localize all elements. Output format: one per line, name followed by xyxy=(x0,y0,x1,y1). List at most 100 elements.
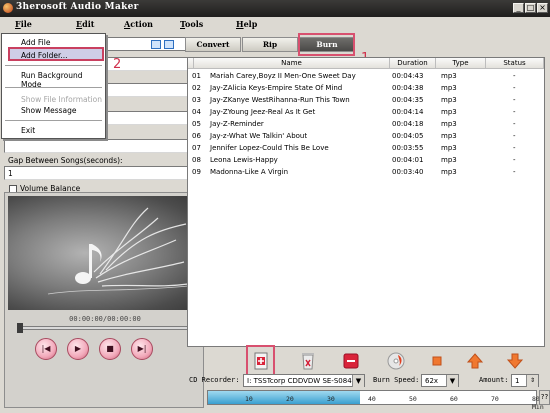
capacity-tick-label: 60 xyxy=(450,395,458,403)
title-bar: 3herosoft Audio Maker _ □ × xyxy=(0,0,550,17)
table-row[interactable]: 04 Jay-ZYoung Jeez-Real As It Get 00:04:14… xyxy=(188,106,544,118)
column-header-type[interactable]: Type xyxy=(436,58,486,69)
row-number: 01 xyxy=(192,72,201,80)
column-header-name[interactable]: Name xyxy=(194,58,390,69)
table-row[interactable]: 02 Jay-ZAlicia Keys-Empire State Of Mind 0… xyxy=(188,82,544,94)
row-status: - xyxy=(513,156,516,164)
column-header-status[interactable]: Status xyxy=(486,58,544,69)
amount-label: Amount: xyxy=(479,376,509,384)
capacity-tick-label: 20 xyxy=(286,395,294,403)
cd-recorder-value: I: TSSTcorp CDDVDW SE-S084B xyxy=(247,377,357,385)
row-name: Jay-ZAlicia Keys-Empire State Of Mind xyxy=(210,84,343,92)
column-header-duration[interactable]: Duration xyxy=(390,58,436,69)
row-status: - xyxy=(513,96,516,104)
row-type: mp3 xyxy=(441,120,457,128)
stop-button[interactable]: ■ xyxy=(99,338,121,360)
stop-icon: ■ xyxy=(106,344,114,353)
row-number: 03 xyxy=(192,96,201,104)
grid-view-icon[interactable] xyxy=(151,40,161,49)
tab-convert[interactable]: Convert xyxy=(185,37,241,52)
seek-thumb[interactable] xyxy=(17,323,23,333)
row-type: mp3 xyxy=(441,144,457,152)
help-button[interactable]: ?? xyxy=(539,390,550,405)
music-note-artwork xyxy=(47,207,189,295)
menu-action[interactable]: Action xyxy=(124,19,153,29)
chevron-down-icon: ▼ xyxy=(352,375,364,387)
row-status: - xyxy=(513,72,516,80)
cd-recorder-dropdown[interactable]: I: TSSTcorp CDDVDW SE-S084B ▼ xyxy=(243,374,365,387)
next-button[interactable]: ▶| xyxy=(131,338,153,360)
menu-file[interactable]: File xyxy=(15,19,32,29)
table-row[interactable]: 05 Jay-Z-Reminder 00:04:18 mp3 - xyxy=(188,118,544,130)
gap-label: Gap Between Songs(seconds): xyxy=(8,156,123,165)
skip-forward-icon: ▶| xyxy=(137,344,147,353)
menu-add-file[interactable]: Add File xyxy=(3,36,104,48)
capacity-tick-label: 50 xyxy=(409,395,417,403)
row-duration: 00:03:40 xyxy=(392,168,424,176)
row-duration: 00:04:01 xyxy=(392,156,424,164)
table-row[interactable]: 01 Mariah Carey,Boyz II Men-One Sweet Day… xyxy=(188,70,544,82)
row-type: mp3 xyxy=(441,168,457,176)
menu-run-background[interactable]: Run Background Mode xyxy=(3,69,104,89)
tab-rip[interactable]: Rip xyxy=(242,37,298,52)
row-number: 06 xyxy=(192,132,201,140)
file-list-table: Name Duration Type Status 01 Mariah Carey… xyxy=(187,57,545,347)
minimize-button[interactable]: _ xyxy=(513,3,524,13)
previous-button[interactable]: |◀ xyxy=(35,338,57,360)
list-view-icon[interactable] xyxy=(164,40,174,49)
capacity-tick-label: 30 xyxy=(327,395,335,403)
cd-settings-bar: CD Recorder: I: TSSTcorp CDDVDW SE-S084B… xyxy=(185,372,550,390)
menu-bar: File Edit Action Tools Help xyxy=(0,17,550,33)
capacity-tick-label: 10 xyxy=(245,395,253,403)
setting-field-3[interactable] xyxy=(4,139,204,153)
amount-stepper[interactable]: 1 ⇕ xyxy=(511,374,539,387)
row-type: mp3 xyxy=(441,84,457,92)
row-name: Jay-ZKanye WestRihanna-Run This Town xyxy=(210,96,350,104)
menu-edit[interactable]: Edit xyxy=(76,19,94,29)
row-name: Leona Lewis-Happy xyxy=(210,156,278,164)
table-row[interactable]: 08 Leona Lewis-Happy 00:04:01 mp3 - xyxy=(188,154,544,166)
row-name: Jay-z-What We Talkin' About xyxy=(210,132,308,140)
move-down-icon[interactable] xyxy=(505,351,525,371)
table-row[interactable]: 03 Jay-ZKanye WestRihanna-Run This Town 00… xyxy=(188,94,544,106)
move-up-icon[interactable] xyxy=(465,351,485,371)
menu-tools[interactable]: Tools xyxy=(180,19,203,29)
clear-list-icon[interactable] xyxy=(298,351,318,371)
menu-add-folder[interactable]: Add Folder... xyxy=(3,49,104,61)
gap-value: 1 xyxy=(8,169,13,178)
play-button[interactable]: ▶ xyxy=(67,338,89,360)
media-player: 00:00:00/00:00:00 |◀ ▶ ■ ▶| xyxy=(4,192,204,408)
album-art-visualizer xyxy=(8,196,200,310)
maximize-button[interactable]: □ xyxy=(525,3,536,13)
row-status: - xyxy=(513,84,516,92)
skip-back-icon: |◀ xyxy=(41,344,51,353)
menu-show-message[interactable]: Show Message xyxy=(3,104,104,116)
add-file-icon[interactable] xyxy=(251,351,271,371)
row-number: 09 xyxy=(192,168,201,176)
table-row[interactable]: 06 Jay-z-What We Talkin' About 00:04:05 mp3… xyxy=(188,130,544,142)
burn-disc-icon[interactable] xyxy=(386,351,406,371)
row-duration: 00:04:18 xyxy=(392,120,424,128)
burn-speed-value: 62x xyxy=(425,377,439,385)
menu-exit[interactable]: Exit xyxy=(3,124,104,136)
table-row[interactable]: 09 Madonna-Like A Virgin 00:03:40 mp3 - xyxy=(188,166,544,178)
seek-bar[interactable] xyxy=(17,326,191,330)
menu-help[interactable]: Help xyxy=(236,19,257,29)
spinner-icon: ⇕ xyxy=(526,375,538,387)
cd-recorder-label: CD Recorder: xyxy=(189,376,240,384)
remove-icon[interactable] xyxy=(341,351,361,371)
table-row[interactable]: 07 Jennifer Lopez-Could This Be Love 00:03… xyxy=(188,142,544,154)
row-name: Jay-Z-Reminder xyxy=(210,120,264,128)
row-type: mp3 xyxy=(441,132,457,140)
play-icon: ▶ xyxy=(74,344,82,353)
row-duration: 00:04:14 xyxy=(392,108,424,116)
stop-icon[interactable] xyxy=(427,351,447,371)
burn-speed-dropdown[interactable]: 62x ▼ xyxy=(421,374,459,387)
row-duration: 00:03:55 xyxy=(392,144,424,152)
menu-separator xyxy=(5,87,102,88)
gap-dropdown[interactable]: 1▼ xyxy=(4,166,204,180)
amount-value: 1 xyxy=(515,377,520,385)
close-button[interactable]: × xyxy=(537,3,548,13)
row-type: mp3 xyxy=(441,156,457,164)
right-panel: Convert Rip Burn 1 Name Duration Type St… xyxy=(185,33,550,413)
